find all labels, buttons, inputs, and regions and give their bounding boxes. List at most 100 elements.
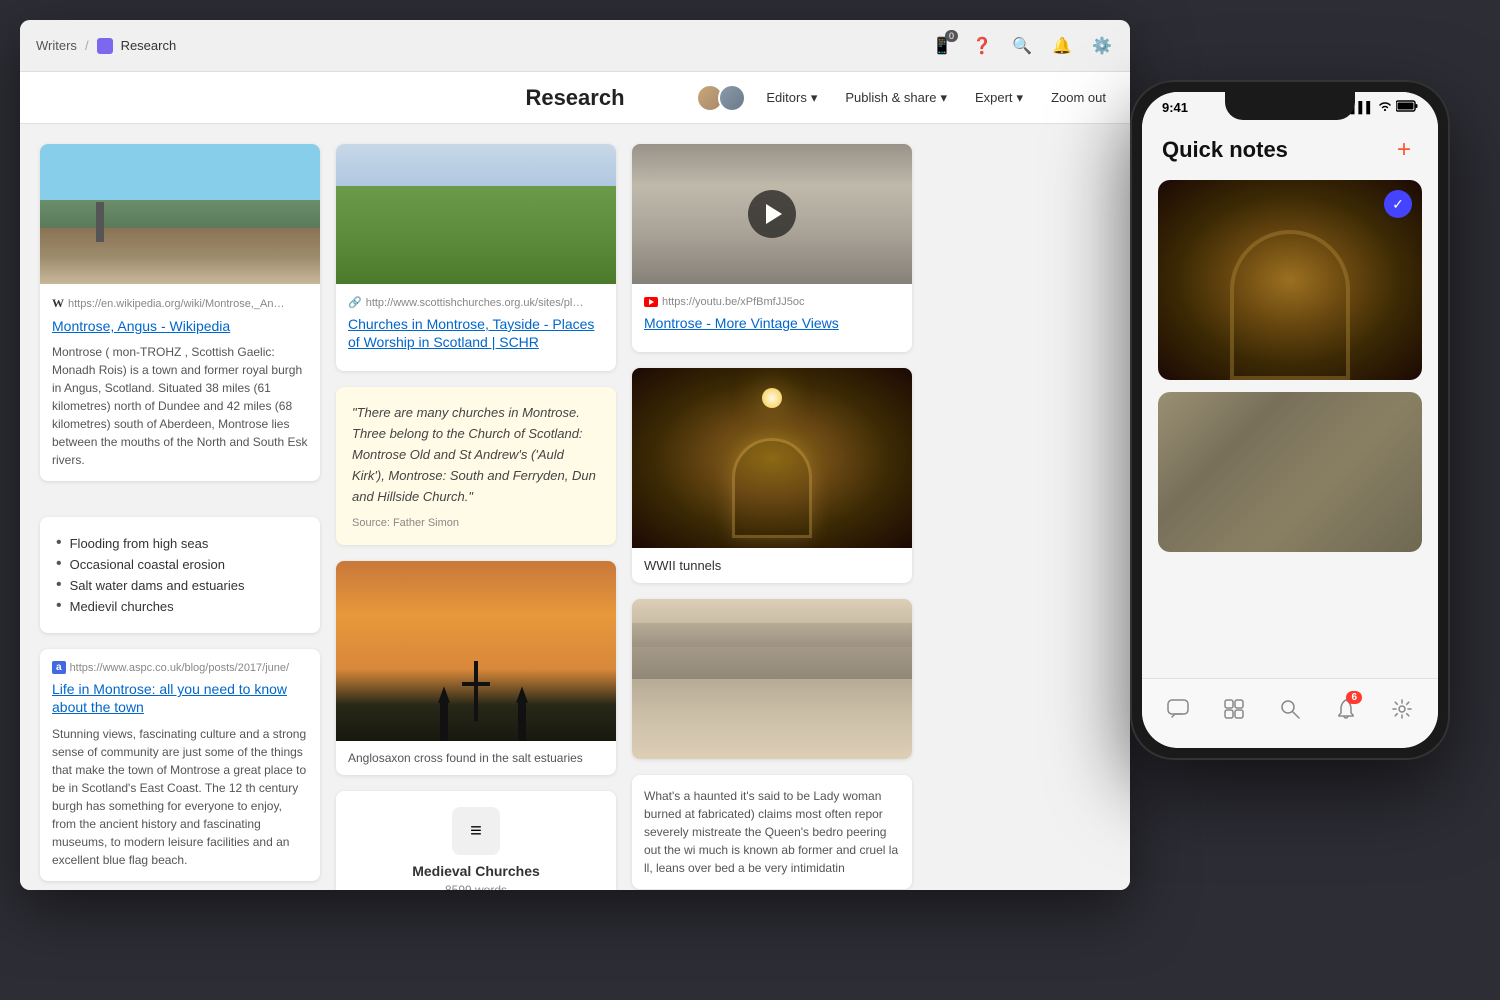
doc-words: 8599 words <box>445 883 507 890</box>
app-window: Writers / Research 📱 0 ❓ 🔍 🔔 ⚙️ Research… <box>20 20 1130 890</box>
device-button[interactable]: 📱 0 <box>930 34 954 58</box>
list-item-3: Salt water dams and estuaries <box>56 575 304 596</box>
doc-title: Medieval Churches <box>412 863 540 879</box>
aspc-icon: a <box>52 661 66 674</box>
video-card: https://youtu.be/xPfBmfJJ5oc Montrose - … <box>632 144 912 352</box>
breadcrumb-writers[interactable]: Writers <box>36 38 77 53</box>
toolbar-right: Editors ▾ Publish & share ▾ Expert ▾ Zoo… <box>696 84 1114 112</box>
old-street-image <box>632 599 912 759</box>
help-button[interactable]: ❓ <box>970 34 994 58</box>
wikipedia-card: W https://en.wikipedia.org/wiki/Montrose… <box>40 144 320 481</box>
youtube-link[interactable]: Montrose - More Vintage Views <box>644 314 900 332</box>
list-item-4: Medievil churches <box>56 596 304 617</box>
list-item-2: Occasional coastal erosion <box>56 554 304 575</box>
wikipedia-url: W https://en.wikipedia.org/wiki/Montrose… <box>52 296 308 311</box>
phone-add-button[interactable]: + <box>1390 136 1418 164</box>
cross-image <box>336 561 616 741</box>
link-icon: 🔗 <box>348 296 362 309</box>
settings-button[interactable]: ⚙️ <box>1090 34 1114 58</box>
quote-card: "There are many churches in Montrose. Th… <box>336 387 616 545</box>
doc-icon: ≡ <box>452 807 500 855</box>
youtube-url-link[interactable]: https://youtu.be/xPfBmfJJ5oc <box>662 296 804 308</box>
phone-time: 9:41 <box>1162 100 1188 115</box>
toolbar: Research Editors ▾ Publish & share ▾ Exp… <box>20 72 1130 124</box>
title-bar-actions: 📱 0 ❓ 🔍 🔔 ⚙️ <box>930 34 1114 58</box>
wwii-label: WWII tunnels <box>632 548 912 583</box>
phone-nav-search[interactable] <box>1272 691 1308 727</box>
wikipedia-url-link[interactable]: https://en.wikipedia.org/wiki/Montrose,_… <box>68 298 288 310</box>
phone-tunnel-arch <box>1230 230 1350 380</box>
phone-screen: 9:41 ▌▌▌ <box>1142 92 1438 748</box>
aspc-card-body: a https://www.aspc.co.uk/blog/posts/2017… <box>40 649 320 880</box>
check-badge: ✓ <box>1384 190 1412 218</box>
phone-tunnel-bg <box>1158 180 1422 380</box>
breadcrumb-separator: / <box>85 38 89 53</box>
research-list: Flooding from high seas Occasional coast… <box>56 533 304 617</box>
zoom-button[interactable]: Zoom out <box>1043 86 1114 109</box>
list-card: Flooding from high seas Occasional coast… <box>40 517 320 633</box>
column-2: 🔗 http://www.scottishchurches.org.uk/sit… <box>336 144 616 890</box>
phone-header: Quick notes + <box>1158 136 1422 164</box>
old-photo-card <box>632 599 912 759</box>
silhouette-left <box>434 686 454 741</box>
aspc-link[interactable]: Life in Montrose: all you need to know a… <box>52 680 308 716</box>
phone-nav-grid[interactable] <box>1216 691 1252 727</box>
medieval-doc-card[interactable]: ≡ Medieval Churches 8599 words <box>336 791 616 890</box>
expert-button[interactable]: Expert ▾ <box>967 86 1031 110</box>
cross-caption: Anglosaxon cross found in the salt estua… <box>336 741 616 775</box>
field-image <box>336 144 616 284</box>
canvas: W https://en.wikipedia.org/wiki/Montrose… <box>20 124 1130 890</box>
editors-button[interactable]: Editors ▾ <box>758 86 825 110</box>
phone-painting-bg <box>1158 392 1422 552</box>
wikipedia-text: Montrose ( mon-TROHZ , Scottish Gaelic: … <box>52 343 308 469</box>
aspc-text: Stunning views, fascinating culture and … <box>52 725 308 869</box>
phone-nav-settings[interactable] <box>1384 691 1420 727</box>
phone-notch <box>1225 92 1355 120</box>
list-item-1: Flooding from high seas <box>56 533 304 554</box>
churches-card-body: 🔗 http://www.scottishchurches.org.uk/sit… <box>336 284 616 371</box>
battery-icon <box>1396 100 1418 115</box>
wwii-card: WWII tunnels <box>632 368 912 583</box>
churches-card: 🔗 http://www.scottishchurches.org.uk/sit… <box>336 144 616 371</box>
aspc-url-link[interactable]: https://www.aspc.co.uk/blog/posts/2017/j… <box>70 662 290 674</box>
play-button[interactable] <box>748 190 796 238</box>
phone-nav-notifications[interactable]: 6 <box>1328 691 1364 727</box>
breadcrumb-research[interactable]: Research <box>121 38 177 53</box>
notifications-button[interactable]: 🔔 <box>1050 34 1074 58</box>
churches-url-link[interactable]: http://www.scottishchurches.org.uk/sites… <box>366 297 586 309</box>
content-area: W https://en.wikipedia.org/wiki/Montrose… <box>20 124 1130 890</box>
editor-avatars <box>696 84 746 112</box>
phone-nav-badge: 6 <box>1346 691 1362 704</box>
wikipedia-link[interactable]: Montrose, Angus - Wikipedia <box>52 317 308 335</box>
search-button[interactable]: 🔍 <box>1010 34 1034 58</box>
phone-nav-chat[interactable] <box>1160 691 1196 727</box>
spacer-1 <box>40 497 320 501</box>
publish-button[interactable]: Publish & share ▾ <box>837 86 955 110</box>
phone-status-icons: ▌▌▌ <box>1351 100 1418 115</box>
churches-link[interactable]: Churches in Montrose, Tayside - Places o… <box>348 315 604 351</box>
doc-file-icon: ≡ <box>470 820 482 843</box>
phone-content: Quick notes + ✓ <box>1142 136 1438 552</box>
tunnel-arch <box>732 438 812 538</box>
device-badge: 0 <box>945 30 958 42</box>
town-image <box>40 144 320 284</box>
wikipedia-card-body: W https://en.wikipedia.org/wiki/Montrose… <box>40 284 320 481</box>
avatar-2 <box>718 84 746 112</box>
research-icon <box>97 38 113 54</box>
phone-bottom-nav: 6 <box>1142 678 1438 748</box>
video-thumbnail <box>632 144 912 284</box>
wifi-icon <box>1378 100 1392 115</box>
aspc-url: a https://www.aspc.co.uk/blog/posts/2017… <box>52 661 308 674</box>
churches-url: 🔗 http://www.scottishchurches.org.uk/sit… <box>348 296 604 309</box>
breadcrumb: Writers / Research <box>36 38 176 54</box>
phone-frame: 9:41 ▌▌▌ <box>1130 80 1450 760</box>
video-card-body: https://youtu.be/xPfBmfJJ5oc Montrose - … <box>632 284 912 352</box>
title-bar: Writers / Research 📱 0 ❓ 🔍 🔔 ⚙️ <box>20 20 1130 72</box>
aspc-card: a https://www.aspc.co.uk/blog/posts/2017… <box>40 649 320 880</box>
silhouette-right <box>512 686 532 741</box>
quote-source: Source: Father Simon <box>352 517 600 529</box>
haunted-text-card: What's a haunted it's said to be Lady wo… <box>632 775 912 889</box>
tunnel-light <box>762 388 782 408</box>
phone-overlay: 9:41 ▌▌▌ <box>1130 80 1450 760</box>
phone-painting-image <box>1158 392 1422 552</box>
